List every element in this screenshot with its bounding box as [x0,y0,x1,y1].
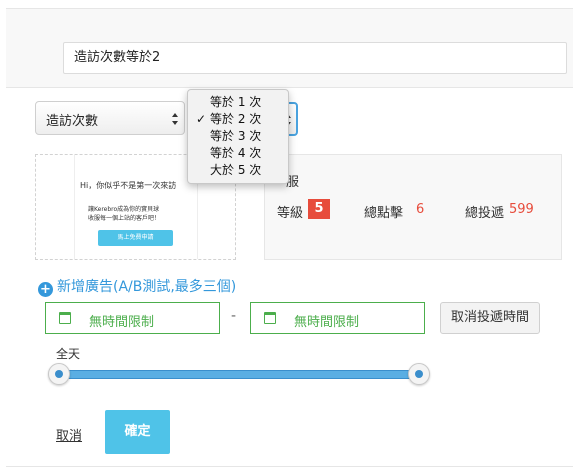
level-label: 等級 [277,206,304,221]
calendar-icon [59,312,71,324]
ad-preview-cta-button: 馬上免費申請 [98,230,173,246]
clicks-value: 6 [416,202,425,217]
time-range-label: 全天 [56,347,81,361]
dropdown-option[interactable]: 等於 3 次 [188,128,288,145]
cancel-link[interactable]: 取消 [56,425,82,444]
end-date-value: 無時間限制 [294,315,360,330]
plus-circle-icon: + [38,282,53,297]
select-arrows-icon [172,113,179,125]
ad-preview-greeting: Hi，你似乎不是第一次來訪 [80,181,177,190]
add-ad-link[interactable]: + 新增廣告(A/B測試,最多三個) [38,276,236,297]
deliveries-label: 總投遞 [465,206,505,221]
ad-stats-panel: 服 等級 5 總點擊 6 總投遞 599 [264,154,562,260]
calendar-icon [264,312,276,324]
add-ad-label: 新增廣告(A/B測試,最多三個) [57,279,237,295]
dropdown-option-selected[interactable]: ✓ 等於 2 次 [188,111,288,128]
end-date-picker[interactable]: 無時間限制 [250,302,425,334]
time-range-end-handle[interactable] [408,363,430,385]
clicks-label: 總點擊 [364,206,404,221]
deliveries-value: 599 [509,202,534,217]
time-range-start-handle[interactable] [48,363,70,385]
visit-count-dropdown: 等於 1 次 ✓ 等於 2 次 等於 3 次 等於 4 次 大於 5 次 [187,89,289,184]
campaign-name-input[interactable]: 造訪次數等於2 [63,42,567,74]
date-separator: - [231,308,237,324]
time-range-track[interactable] [58,370,420,379]
dropdown-option[interactable]: 大於 5 次 [188,162,288,179]
condition-type-select[interactable]: 造訪次數 [35,101,185,135]
level-badge: 5 [308,199,330,219]
ad-preview-line1: 讓Kerebro成為你的實貝球 [88,206,160,213]
checkmark-icon: ✓ [196,112,207,126]
dropdown-option[interactable]: 等於 1 次 [188,94,288,111]
condition-type-label: 造訪次數 [46,114,99,129]
confirm-button[interactable]: 確定 [105,410,170,454]
start-date-picker[interactable]: 無時間限制 [45,302,220,334]
cancel-schedule-button[interactable]: 取消投遞時間 [440,302,540,334]
start-date-value: 無時間限制 [89,315,155,330]
dropdown-option[interactable]: 等於 4 次 [188,145,288,162]
ad-preview-line2: 收服每一個上站的客戶吧！ [88,215,161,222]
campaign-name-panel: 造訪次數等於2 [6,8,573,88]
divider [6,466,573,467]
